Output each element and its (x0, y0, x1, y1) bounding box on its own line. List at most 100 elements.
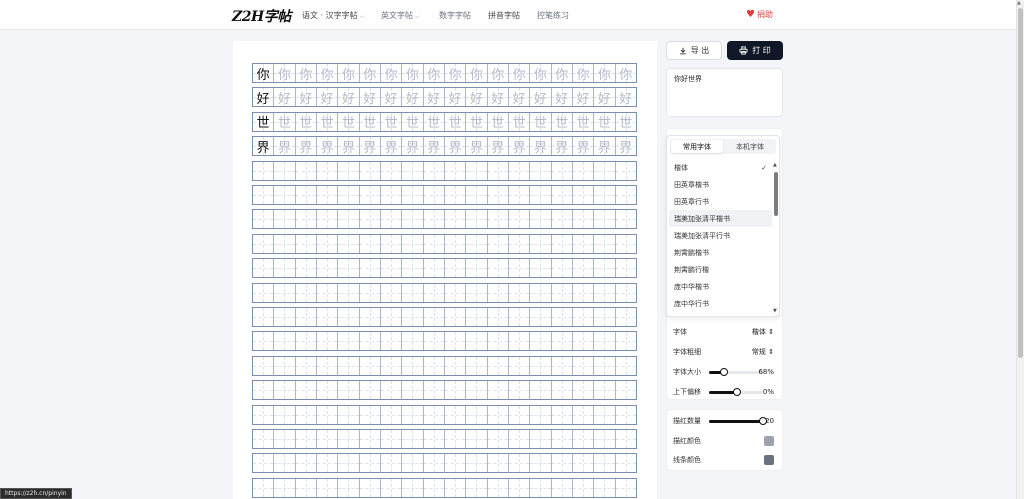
nav-chinese-copybook[interactable]: 语文 · 汉字字帖 ⌵ (302, 10, 364, 21)
grid-cell: 界 (316, 137, 339, 156)
site-logo[interactable]: Z2H字帖 (232, 6, 291, 26)
font-weight-select[interactable]: 字体粗细 常规 ⇕ (673, 345, 778, 359)
grid-cell: 你 (466, 64, 488, 82)
grid-cell (423, 454, 445, 473)
grid-cell (316, 259, 339, 278)
font-weight-value: 常规 ⇕ (751, 348, 774, 356)
trace-character: 你 (448, 67, 462, 83)
font-option[interactable]: 荆霄鹏楷书 (669, 244, 772, 261)
grid-cell: 界 (508, 137, 531, 156)
grid-cell (466, 381, 488, 400)
grid-cell (380, 478, 403, 497)
font-option[interactable]: 荆霄鹏行楷 (669, 261, 772, 278)
grid-cell: 好 (594, 88, 616, 107)
characters-input[interactable]: 你好世界 (666, 68, 783, 117)
grid-cell (316, 210, 339, 229)
print-button[interactable]: 打 印 (727, 41, 783, 60)
scroll-up-arrow-icon[interactable]: ▲ (1017, 0, 1021, 6)
font-option[interactable]: 田英章行书 (669, 193, 772, 210)
grid-cell (274, 210, 296, 229)
font-option[interactable]: 瑞美加张清平楷书 (669, 210, 772, 227)
slider-knob[interactable] (719, 368, 728, 376)
line-color-swatch[interactable] (764, 455, 774, 465)
grid-cell (530, 478, 552, 497)
grid-cell (508, 381, 531, 400)
empty-practice-row (252, 160, 637, 181)
grid-cell: 你 (274, 64, 296, 83)
grid-cell (615, 308, 636, 326)
font-option[interactable]: 田英章楷书 (669, 176, 772, 193)
trace-color-swatch[interactable] (764, 436, 774, 446)
trace-character: 好 (469, 91, 483, 107)
grid-cell (530, 332, 552, 351)
trace-character: 界 (427, 140, 441, 156)
font-size-value: 68% (758, 368, 774, 376)
grid-cell (530, 234, 552, 253)
trace-character: 世 (619, 116, 633, 131)
grid-cell (444, 430, 467, 448)
heart-icon: ♥ (746, 9, 755, 20)
donate-link[interactable]: ♥ 捐助 (746, 9, 773, 20)
grid-cell: 好 (295, 88, 317, 107)
nav-english-copybook[interactable]: 英文字帖 ⌵ (381, 10, 420, 21)
page-scrollbar-thumb[interactable] (1018, 8, 1023, 358)
practice-row: 你你你你你你你你你你你你你你你你你你 (252, 63, 637, 83)
trace-count-slider[interactable] (709, 417, 767, 425)
nav-number-copybook[interactable]: 数字字帖 (439, 10, 471, 21)
vertical-offset-slider[interactable] (709, 388, 763, 396)
trace-character: 好 (320, 91, 334, 107)
grid-cell (615, 210, 636, 229)
grid-cell: 你 (380, 64, 403, 83)
grid-cell (274, 381, 296, 400)
tab-local-fonts[interactable]: 本机字体 (724, 139, 776, 154)
grid-cell (466, 210, 488, 229)
grid-cell (530, 356, 552, 375)
trace-character: 界 (320, 140, 334, 156)
font-size-slider[interactable] (709, 368, 763, 376)
grid-cell (423, 283, 445, 302)
font-list-scrollbar-thumb[interactable] (774, 172, 778, 216)
vertical-offset-setting: 上下偏移 0% (673, 385, 778, 399)
font-select[interactable]: 字体 楷体 ⇕ (673, 325, 778, 339)
grid-cell (487, 332, 509, 351)
font-option[interactable]: 瑞美加张清平行书 (669, 227, 772, 244)
export-button[interactable]: 导 出 (666, 41, 722, 60)
grid-cell (380, 381, 403, 400)
grid-cell (551, 381, 573, 400)
grid-cell (615, 430, 636, 448)
scroll-down-arrow-icon[interactable]: ▼ (773, 308, 777, 314)
grid-cell: 好 (380, 88, 403, 107)
slider-knob[interactable] (733, 388, 742, 396)
grid-cell (402, 210, 424, 229)
grid-cell (295, 210, 317, 229)
grid-cell (402, 186, 424, 204)
trace-character: 你 (277, 67, 291, 83)
grid-cell (402, 308, 424, 326)
grid-cell (423, 161, 445, 180)
font-option[interactable]: 庞中华行书 (669, 295, 772, 312)
grid-cell (551, 283, 573, 302)
tab-common-fonts[interactable]: 常用字体 (671, 140, 723, 153)
trace-character: 界 (597, 140, 611, 156)
grid-cell (359, 430, 381, 448)
grid-cell (316, 308, 339, 326)
grid-cell (572, 210, 595, 229)
grid-cell (530, 161, 552, 180)
font-option[interactable]: 楷体 ✓ (669, 159, 772, 176)
trace-character: 好 (555, 91, 569, 107)
nav-pinyin-copybook[interactable]: 拼音字帖 (488, 10, 520, 21)
grid-cell: 你 (253, 64, 275, 82)
font-dropdown[interactable]: 常用字体 本机字体 楷体 ✓ 田英章楷书 田英章行书 瑞美加张清平楷书 瑞美加张清平行书荆… (666, 135, 780, 317)
trace-character: 你 (619, 67, 633, 83)
scroll-up-arrow-icon[interactable]: ▲ (773, 162, 777, 168)
grid-cell (444, 332, 467, 351)
trace-character: 好 (576, 91, 590, 107)
nav-pen-control[interactable]: 控笔练习 (537, 10, 569, 21)
grid-cell (594, 308, 616, 326)
grid-cell (487, 356, 509, 375)
grid-cell (359, 234, 381, 253)
grid-cell (338, 210, 360, 229)
font-list: 楷体 ✓ 田英章楷书 田英章行书 瑞美加张清平楷书 瑞美加张清平行书 荆霄鹏楷书 荆霄鹏行楷庞… (669, 159, 772, 312)
trace-character: 你 (384, 67, 398, 83)
font-option[interactable]: 庞中华楷书 (669, 278, 772, 295)
